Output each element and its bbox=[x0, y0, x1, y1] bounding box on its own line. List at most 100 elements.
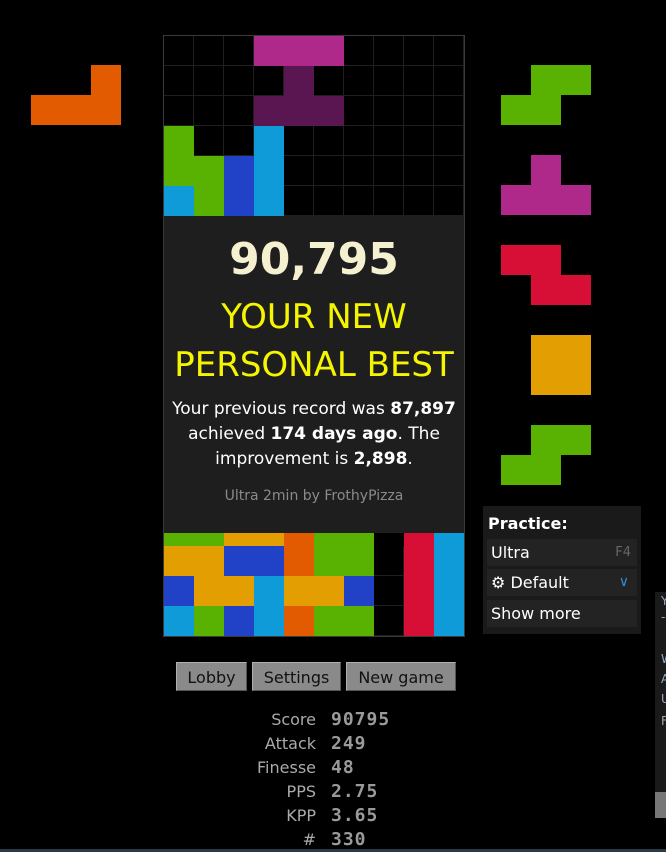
board-block bbox=[284, 96, 314, 126]
board-block bbox=[254, 126, 284, 156]
board-grid-cell bbox=[434, 36, 464, 66]
board-block bbox=[164, 126, 194, 156]
board-grid-cell bbox=[344, 186, 374, 216]
next-piece-block bbox=[561, 185, 591, 215]
side-panel-text: F bbox=[661, 714, 666, 728]
hold-piece-block bbox=[31, 95, 61, 125]
board-block bbox=[194, 576, 224, 606]
board-grid-cell bbox=[344, 96, 374, 126]
stat-value: 90795 bbox=[331, 709, 391, 730]
next-piece-block bbox=[531, 455, 561, 485]
lobby-button[interactable]: Lobby bbox=[176, 662, 247, 691]
final-score: 90,795 bbox=[229, 234, 399, 285]
board-block bbox=[344, 546, 374, 576]
next-piece-block bbox=[531, 185, 561, 215]
hold-piece-block bbox=[91, 95, 121, 125]
practice-panel: Practice: Ultra F4 ⚙ Default ∨ Show more bbox=[483, 506, 641, 634]
next-piece-block bbox=[531, 365, 561, 395]
headline-line-2: PERSONAL BEST bbox=[174, 345, 454, 385]
show-more-button[interactable]: Show more bbox=[487, 600, 637, 627]
board-block bbox=[314, 606, 344, 636]
next-piece-block bbox=[531, 155, 561, 185]
prev-text: Your previous record was bbox=[172, 399, 391, 419]
board-grid-cell bbox=[404, 156, 434, 186]
board-block bbox=[254, 186, 284, 216]
board-grid-cell bbox=[194, 66, 224, 96]
board-block bbox=[194, 533, 224, 546]
next-piece-block bbox=[531, 335, 561, 365]
hotkey-label: F4 bbox=[615, 545, 631, 560]
board-block bbox=[254, 156, 284, 186]
stat-label: Attack bbox=[264, 734, 316, 753]
hold-piece-block bbox=[91, 65, 121, 95]
board-block bbox=[254, 546, 284, 576]
board-grid-cell bbox=[224, 96, 254, 126]
board-grid-cell bbox=[314, 126, 344, 156]
board-grid-cell bbox=[374, 126, 404, 156]
board-block bbox=[344, 576, 374, 606]
side-panel-button[interactable] bbox=[655, 792, 666, 818]
preset-dropdown[interactable]: ⚙ Default ∨ bbox=[487, 569, 637, 596]
next-piece-block bbox=[561, 425, 591, 455]
next-piece-block bbox=[531, 275, 561, 305]
board-block bbox=[224, 606, 254, 636]
board-block bbox=[164, 533, 194, 546]
board-block bbox=[404, 546, 434, 576]
board-block bbox=[314, 576, 344, 606]
hold-piece-block bbox=[61, 95, 91, 125]
board-grid-cell bbox=[164, 36, 194, 66]
board-block bbox=[434, 533, 464, 546]
board-block bbox=[164, 186, 194, 216]
side-panel-text: Y bbox=[661, 594, 666, 608]
gear-icon: ⚙ bbox=[491, 573, 506, 592]
board-grid-cell bbox=[404, 96, 434, 126]
headline-line-1: YOUR NEW bbox=[221, 297, 407, 337]
board-block bbox=[224, 156, 254, 186]
next-piece-block bbox=[531, 245, 561, 275]
stat-value: 2.75 bbox=[331, 781, 379, 802]
board-grid-cell bbox=[344, 66, 374, 96]
next-piece-block bbox=[561, 365, 591, 395]
board-grid-cell bbox=[374, 546, 404, 576]
board-grid-cell bbox=[374, 576, 404, 606]
board-grid-cell bbox=[374, 36, 404, 66]
stat-value: 3.65 bbox=[331, 805, 379, 826]
settings-button[interactable]: Settings bbox=[252, 662, 341, 691]
next-piece-block bbox=[531, 65, 561, 95]
board-block bbox=[224, 186, 254, 216]
stat-label: KPP bbox=[286, 806, 316, 825]
board-grid-cell bbox=[434, 66, 464, 96]
board-grid-cell bbox=[374, 66, 404, 96]
board-grid-cell bbox=[434, 96, 464, 126]
previous-record-text: Your previous record was 87,897 achieved… bbox=[164, 397, 464, 472]
stats-table: Score 90795 Attack 249 Finesse 48 PPS 2.75 K… bbox=[200, 708, 460, 852]
next-piece-block bbox=[531, 95, 561, 125]
game-board: 90,795 YOUR NEW PERSONAL BEST Your previ… bbox=[163, 35, 465, 637]
board-block bbox=[344, 533, 374, 546]
side-panel-text: A bbox=[661, 672, 666, 686]
board-block bbox=[404, 576, 434, 606]
board-block bbox=[314, 546, 344, 576]
side-panel-text: - bbox=[661, 610, 666, 624]
previous-record-value: 87,897 bbox=[390, 399, 456, 419]
prev-text: . bbox=[407, 449, 413, 469]
new-game-button[interactable]: New game bbox=[346, 662, 456, 691]
board-block bbox=[344, 606, 374, 636]
board-block bbox=[314, 96, 344, 126]
practice-mode-ultra[interactable]: Ultra F4 bbox=[487, 539, 637, 566]
side-panel-text: W bbox=[661, 652, 666, 666]
next-piece-block bbox=[501, 455, 531, 485]
board-grid-cell bbox=[374, 96, 404, 126]
stat-row: Attack 249 bbox=[200, 732, 460, 756]
board-block bbox=[254, 533, 284, 546]
improvement-value: 2,898 bbox=[353, 449, 408, 469]
preset-label: Default bbox=[510, 573, 569, 592]
stat-label: PPS bbox=[286, 782, 316, 801]
board-grid-cell bbox=[374, 186, 404, 216]
days-ago-value: 174 days ago bbox=[270, 424, 398, 444]
board-grid-cell bbox=[224, 126, 254, 156]
board-block bbox=[164, 576, 194, 606]
board-block bbox=[434, 546, 464, 576]
board-grid-cell bbox=[404, 126, 434, 156]
board-block bbox=[284, 576, 314, 606]
